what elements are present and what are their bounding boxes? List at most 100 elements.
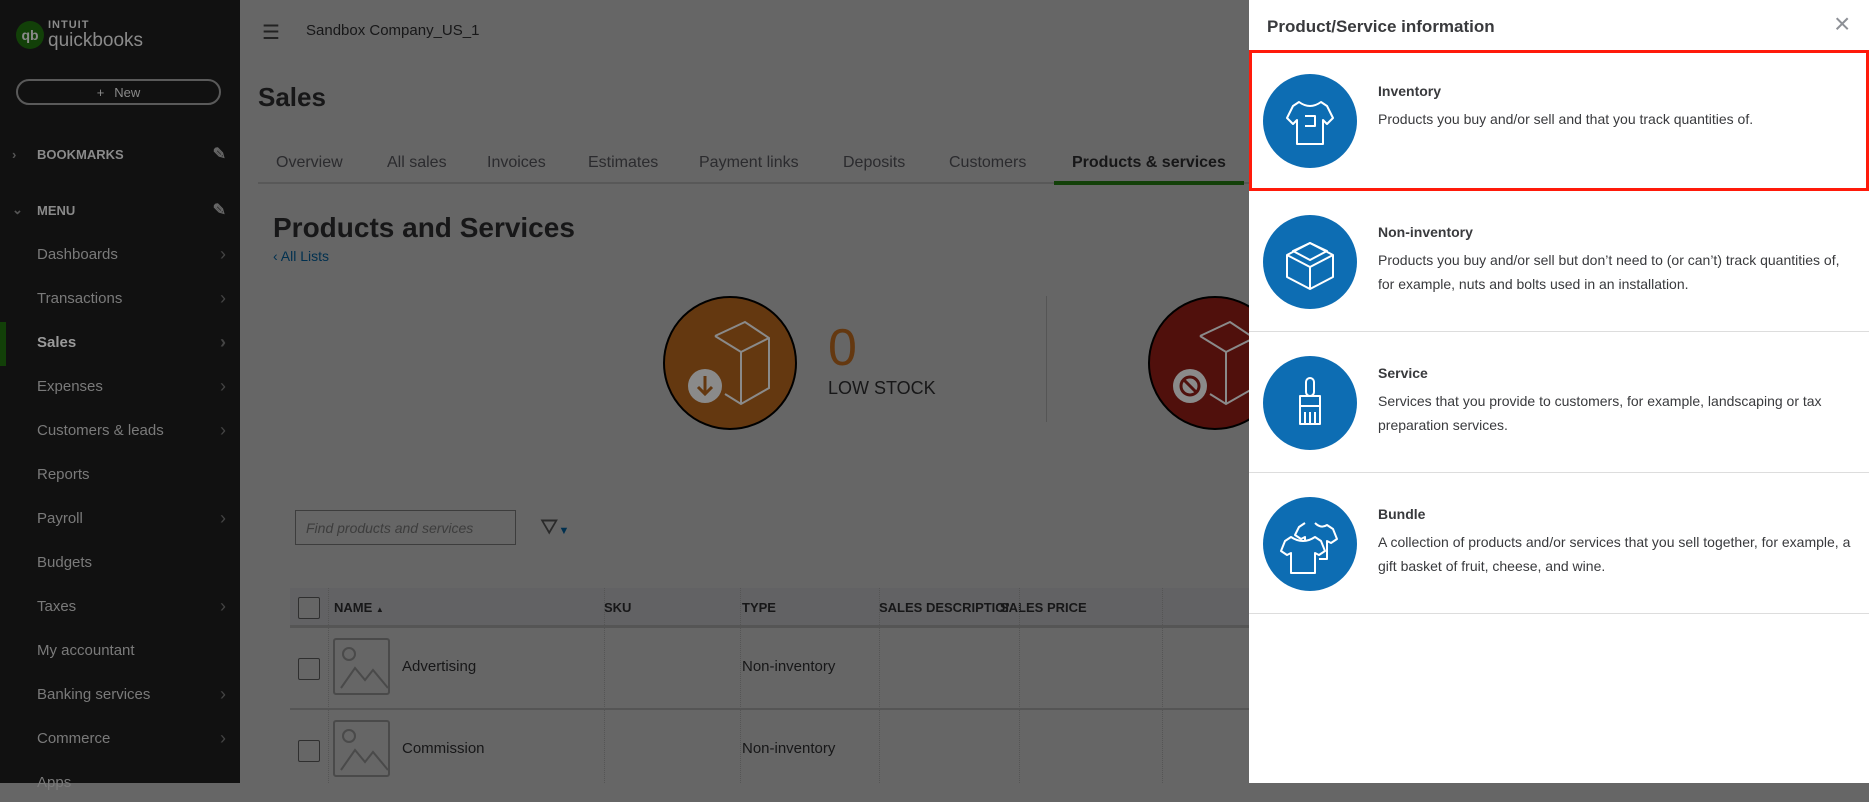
sidebar-item-taxes[interactable]: Taxes › — [0, 586, 240, 626]
collapse-menu-icon[interactable]: ☰ — [262, 20, 280, 45]
qb-logo-icon: qb — [16, 21, 44, 49]
all-lists-link[interactable]: ‹ All Lists — [273, 248, 329, 264]
out-of-stock-icon[interactable] — [1148, 296, 1249, 430]
sidebar-item-my-accountant[interactable]: My accountant — [0, 630, 240, 670]
sidebar-item-banking-services[interactable]: Banking services › — [0, 674, 240, 714]
sidebar-item-label: Taxes — [37, 597, 77, 615]
chevron-right-icon: › — [220, 287, 226, 308]
chevron-right-icon: › — [220, 595, 226, 616]
new-label: New — [114, 84, 141, 100]
row-type: Non-inventory — [742, 740, 836, 757]
option-non-inventory[interactable]: Non-inventory Products you buy and/or sel… — [1249, 191, 1869, 332]
option-service[interactable]: Service Services that you provide to cust… — [1249, 332, 1869, 473]
row-checkbox[interactable] — [298, 658, 320, 680]
sidebar: qb INTUIT quickbooks + New › BOOKMARKS ✎ ⌄ ME… — [0, 0, 240, 791]
filter-icon[interactable]: ⛛▼ — [540, 514, 569, 540]
sidebar-item-dashboards[interactable]: Dashboards › — [0, 234, 240, 274]
low-stock-icon[interactable] — [663, 296, 797, 430]
search-products-input[interactable]: Find products and services — [295, 510, 516, 545]
row-checkbox[interactable] — [298, 740, 320, 762]
column-name-label: NAME — [334, 600, 373, 615]
row-type: Non-inventory — [742, 658, 836, 675]
tab-overview[interactable]: Overview — [276, 154, 343, 172]
chevron-right-icon: › — [220, 507, 226, 528]
main-content: ☰ Sandbox Company_US_1 Sales Overview All… — [240, 0, 1249, 783]
sidebar-item-label: Banking services — [37, 685, 151, 703]
tab-payment-links[interactable]: Payment links — [699, 154, 799, 172]
all-lists-label: All Lists — [280, 248, 330, 264]
row-name[interactable]: Commission — [402, 740, 485, 757]
chevron-right-icon: › — [220, 375, 226, 396]
tab-all-sales[interactable]: All sales — [387, 154, 447, 172]
option-description: Products you buy and/or sell but don’t n… — [1378, 252, 1840, 292]
tab-deposits[interactable]: Deposits — [843, 154, 905, 172]
select-all-checkbox[interactable] — [298, 597, 320, 619]
sidebar-item-label: Commerce — [37, 729, 111, 747]
edit-menu-pencil-icon[interactable]: ✎ — [213, 200, 226, 220]
sidebar-item-label: Budgets — [37, 553, 93, 571]
bookmarks-section[interactable]: › BOOKMARKS ✎ — [0, 142, 240, 166]
two-shirts-icon — [1263, 497, 1357, 591]
edit-bookmarks-pencil-icon[interactable]: ✎ — [213, 144, 226, 164]
sidebar-item-apps[interactable]: Apps — [0, 762, 240, 802]
low-stock-count[interactable]: 0 — [828, 318, 857, 378]
column-sales-price[interactable]: SALES PRICE — [1000, 600, 1087, 615]
quickbooks-logo[interactable]: qb INTUIT quickbooks — [16, 20, 143, 50]
sort-asc-icon: ▲ — [375, 605, 384, 614]
sidebar-item-payroll[interactable]: Payroll › — [0, 498, 240, 538]
sidebar-item-transactions[interactable]: Transactions › — [0, 278, 240, 318]
chevron-right-icon: › — [12, 146, 17, 162]
sidebar-item-expenses[interactable]: Expenses › — [0, 366, 240, 406]
table-header: NAME ▲ SKU TYPE SALES DESCRIPTION SALES … — [290, 588, 1249, 628]
tab-invoices[interactable]: Invoices — [487, 154, 546, 172]
divider — [1046, 296, 1047, 422]
sidebar-item-customers-leads[interactable]: Customers & leads › — [0, 410, 240, 450]
chevron-right-icon: › — [220, 331, 226, 352]
tab-customers[interactable]: Customers — [949, 154, 1026, 172]
sidebar-item-budgets[interactable]: Budgets — [0, 542, 240, 582]
modal-backdrop[interactable]: { "sidebar":{ "logo":{"brand_top":"INTUI… — [0, 0, 1869, 791]
sidebar-item-label: Transactions — [37, 289, 123, 307]
sidebar-item-label: Payroll — [37, 509, 83, 527]
sidebar-item-label: Apps — [37, 773, 72, 791]
option-title: Non-inventory — [1378, 224, 1473, 240]
low-stock-label: LOW STOCK — [828, 378, 936, 398]
menu-section[interactable]: ⌄ MENU ✎ — [0, 198, 240, 222]
sales-tabs: Overview All sales Invoices Estimates Paymen… — [258, 148, 1249, 185]
chevron-right-icon: › — [220, 243, 226, 264]
new-button[interactable]: + New — [16, 79, 221, 105]
column-sku[interactable]: SKU — [604, 600, 631, 615]
logo-quickbooks-text: quickbooks — [48, 30, 144, 51]
row-name[interactable]: Advertising — [402, 658, 476, 675]
chevron-right-icon: › — [220, 419, 226, 440]
table-row[interactable]: Advertising Non-inventory — [290, 628, 1249, 710]
plus-icon: + — [96, 84, 105, 100]
column-sales-description[interactable]: SALES DESCRIPTION — [879, 600, 1009, 615]
sidebar-item-label: Dashboards — [37, 245, 118, 263]
table-row[interactable]: Commission Non-inventory — [290, 710, 1249, 783]
paintbrush-icon — [1263, 356, 1357, 450]
sidebar-item-commerce[interactable]: Commerce › — [0, 718, 240, 758]
image-placeholder-icon — [333, 720, 390, 777]
option-description: A collection of products and/or services… — [1378, 534, 1851, 574]
sidebar-item-sales[interactable]: Sales › — [0, 322, 240, 366]
menu-label: MENU — [37, 202, 76, 218]
shirt-tag-icon — [1263, 74, 1357, 168]
section-title: Products and Services — [273, 212, 575, 243]
panel-title: Product/Service information — [1267, 17, 1495, 36]
option-bundle[interactable]: Bundle A collection of products and/or se… — [1249, 473, 1869, 614]
close-icon[interactable]: × — [1834, 10, 1850, 38]
column-type[interactable]: TYPE — [742, 600, 776, 615]
option-title: Bundle — [1378, 506, 1426, 522]
column-name[interactable]: NAME ▲ — [334, 600, 384, 615]
dropdown-caret-icon: ▼ — [558, 525, 570, 537]
option-description: Products you buy and/or sell and that yo… — [1378, 111, 1754, 127]
tab-products-services[interactable]: Products & services — [1054, 154, 1244, 185]
sidebar-item-label: Reports — [37, 465, 90, 483]
option-title: Service — [1378, 365, 1428, 381]
tab-estimates[interactable]: Estimates — [588, 154, 658, 172]
company-name: Sandbox Company_US_1 — [306, 22, 480, 39]
sidebar-item-reports[interactable]: Reports — [0, 454, 240, 494]
sidebar-item-label: Customers & leads — [37, 421, 164, 439]
option-inventory[interactable]: Inventory Products you buy and/or sell an… — [1249, 50, 1869, 191]
